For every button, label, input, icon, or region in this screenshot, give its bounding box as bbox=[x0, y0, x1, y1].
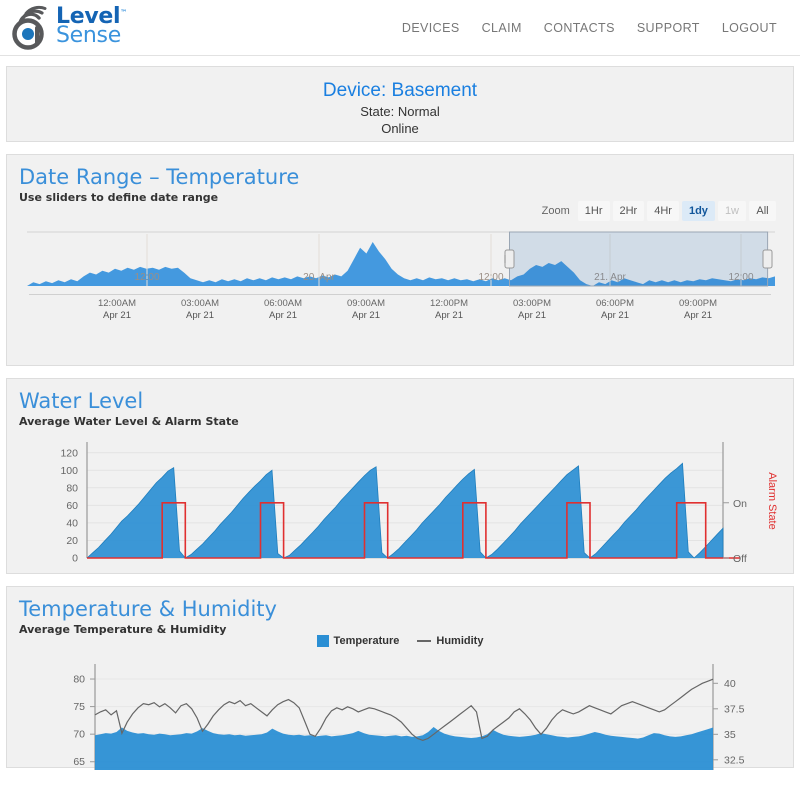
device-state: State: Normal bbox=[360, 104, 440, 119]
legend-item-temperature[interactable]: Temperature bbox=[316, 635, 400, 647]
nav-devices[interactable]: DEVICES bbox=[391, 15, 471, 41]
water-level-chart[interactable]: 0 20 40 60 80 100 120 Off On Alarm State bbox=[7, 436, 795, 576]
temp-humidity-panel: Temperature & Humidity Average Temperatu… bbox=[6, 586, 794, 770]
svg-text:20: 20 bbox=[66, 535, 78, 547]
trademark-symbol: ™ bbox=[120, 8, 127, 17]
brand-wordmark: Level™ Sense bbox=[56, 6, 127, 47]
brand-logo[interactable]: Level™ Sense bbox=[8, 4, 138, 52]
svg-text:35: 35 bbox=[724, 729, 736, 741]
zoom-btn-1hr[interactable]: 1Hr bbox=[577, 201, 610, 221]
svg-text:120: 120 bbox=[60, 447, 78, 459]
svg-text:12:00: 12:00 bbox=[478, 272, 503, 283]
zoom-label: Zoom bbox=[541, 205, 570, 217]
axis-tick-6: 06:00PM Apr 21 bbox=[595, 298, 635, 321]
navigator-handle-right bbox=[762, 249, 773, 269]
svg-text:32.5: 32.5 bbox=[724, 754, 745, 766]
main-navigation: DEVICES CLAIM CONTACTS SUPPORT LOGOUT bbox=[391, 0, 788, 56]
axis-tick-7: 09:00PM Apr 21 bbox=[678, 298, 718, 321]
axis-tick-0: 12:00AM Apr 21 bbox=[97, 298, 137, 321]
svg-text:40: 40 bbox=[66, 517, 78, 529]
water-level-panel: Water Level Average Water Level & Alarm … bbox=[6, 378, 794, 574]
svg-text:80: 80 bbox=[66, 482, 78, 494]
water-level-subtitle: Average Water Level & Alarm State bbox=[19, 415, 239, 428]
legend-label-humidity: Humidity bbox=[436, 635, 484, 647]
wifi-drop-logo-icon bbox=[12, 5, 47, 50]
svg-text:20. Apr: 20. Apr bbox=[303, 272, 335, 283]
svg-text:65: 65 bbox=[73, 756, 85, 768]
legend-item-humidity[interactable]: Humidity bbox=[417, 635, 483, 647]
svg-text:100: 100 bbox=[60, 465, 78, 477]
temperature-humidity-chart[interactable]: 65 70 75 80 32.5 35 37.5 40 bbox=[7, 658, 795, 786]
date-range-title: Date Range – Temperature bbox=[19, 165, 300, 189]
legend-label-temperature: Temperature bbox=[333, 635, 400, 647]
axis-tick-4: 12:00PM Apr 21 bbox=[429, 298, 469, 321]
zoom-range-buttons: Zoom 1Hr 2Hr 4Hr 1dy 1w All bbox=[542, 201, 779, 221]
svg-text:75: 75 bbox=[73, 701, 85, 713]
device-connection-status: Online bbox=[381, 121, 419, 136]
zoom-btn-2hr[interactable]: 2Hr bbox=[612, 201, 645, 221]
svg-text:Off: Off bbox=[733, 553, 747, 565]
svg-text:40: 40 bbox=[724, 678, 736, 690]
zoom-btn-4hr[interactable]: 4Hr bbox=[647, 201, 679, 221]
nav-support[interactable]: SUPPORT bbox=[626, 15, 711, 41]
svg-text:80: 80 bbox=[73, 674, 85, 686]
svg-text:37.5: 37.5 bbox=[724, 703, 745, 715]
device-status-panel: Device: Basement State: Normal Online bbox=[6, 66, 794, 142]
date-range-navigator[interactable]: 12:00 20. Apr 12:00 21. Apr 12:00 bbox=[27, 230, 775, 288]
zoom-btn-1dy[interactable]: 1dy bbox=[681, 201, 715, 221]
nav-contacts[interactable]: CONTACTS bbox=[533, 15, 626, 41]
nav-logout[interactable]: LOGOUT bbox=[711, 15, 788, 41]
axis-tick-2: 06:00AM Apr 21 bbox=[263, 298, 303, 321]
svg-text:Alarm State: Alarm State bbox=[766, 472, 778, 529]
temp-humidity-title: Temperature & Humidity bbox=[19, 597, 277, 621]
brand-line-2: Sense bbox=[56, 23, 121, 48]
nav-claim[interactable]: CLAIM bbox=[471, 15, 533, 41]
water-level-title: Water Level bbox=[19, 389, 144, 413]
axis-line bbox=[29, 294, 771, 295]
axis-tick-3: 09:00AM Apr 21 bbox=[346, 298, 386, 321]
temp-humidity-legend: Temperature Humidity bbox=[7, 635, 793, 647]
site-header: Level™ Sense DEVICES CLAIM CONTACTS SUPP… bbox=[0, 0, 800, 56]
svg-text:60: 60 bbox=[66, 500, 78, 512]
page-root: Level™ Sense DEVICES CLAIM CONTACTS SUPP… bbox=[0, 0, 800, 812]
navigator-chart[interactable]: 12:00 20. Apr 12:00 21. Apr 12:00 bbox=[27, 230, 775, 288]
humidity-swatch-icon bbox=[417, 640, 432, 642]
axis-tick-5: 03:00PM Apr 21 bbox=[512, 298, 552, 321]
zoom-btn-all[interactable]: All bbox=[749, 201, 776, 221]
zoom-btn-1w: 1w bbox=[717, 201, 746, 221]
temp-humidity-chart-holder[interactable]: 65 70 75 80 32.5 35 37.5 40 bbox=[7, 658, 793, 791]
device-title: Device: Basement bbox=[322, 80, 478, 101]
water-level-chart-holder[interactable]: 0 20 40 60 80 100 120 Off On Alarm State bbox=[7, 436, 793, 581]
date-range-axis: 12:00AM Apr 21 03:00AM Apr 21 06:00AM Apr 2… bbox=[27, 294, 773, 334]
svg-text:12:00: 12:00 bbox=[134, 272, 159, 283]
svg-text:0: 0 bbox=[72, 553, 78, 565]
axis-tick-1: 03:00AM Apr 21 bbox=[180, 298, 220, 321]
svg-text:70: 70 bbox=[73, 729, 85, 741]
navigator-handle-left bbox=[504, 249, 515, 269]
svg-text:On: On bbox=[733, 498, 747, 510]
temperature-swatch-icon bbox=[316, 635, 329, 647]
date-range-panel: Date Range – Temperature Use sliders to … bbox=[6, 154, 794, 366]
